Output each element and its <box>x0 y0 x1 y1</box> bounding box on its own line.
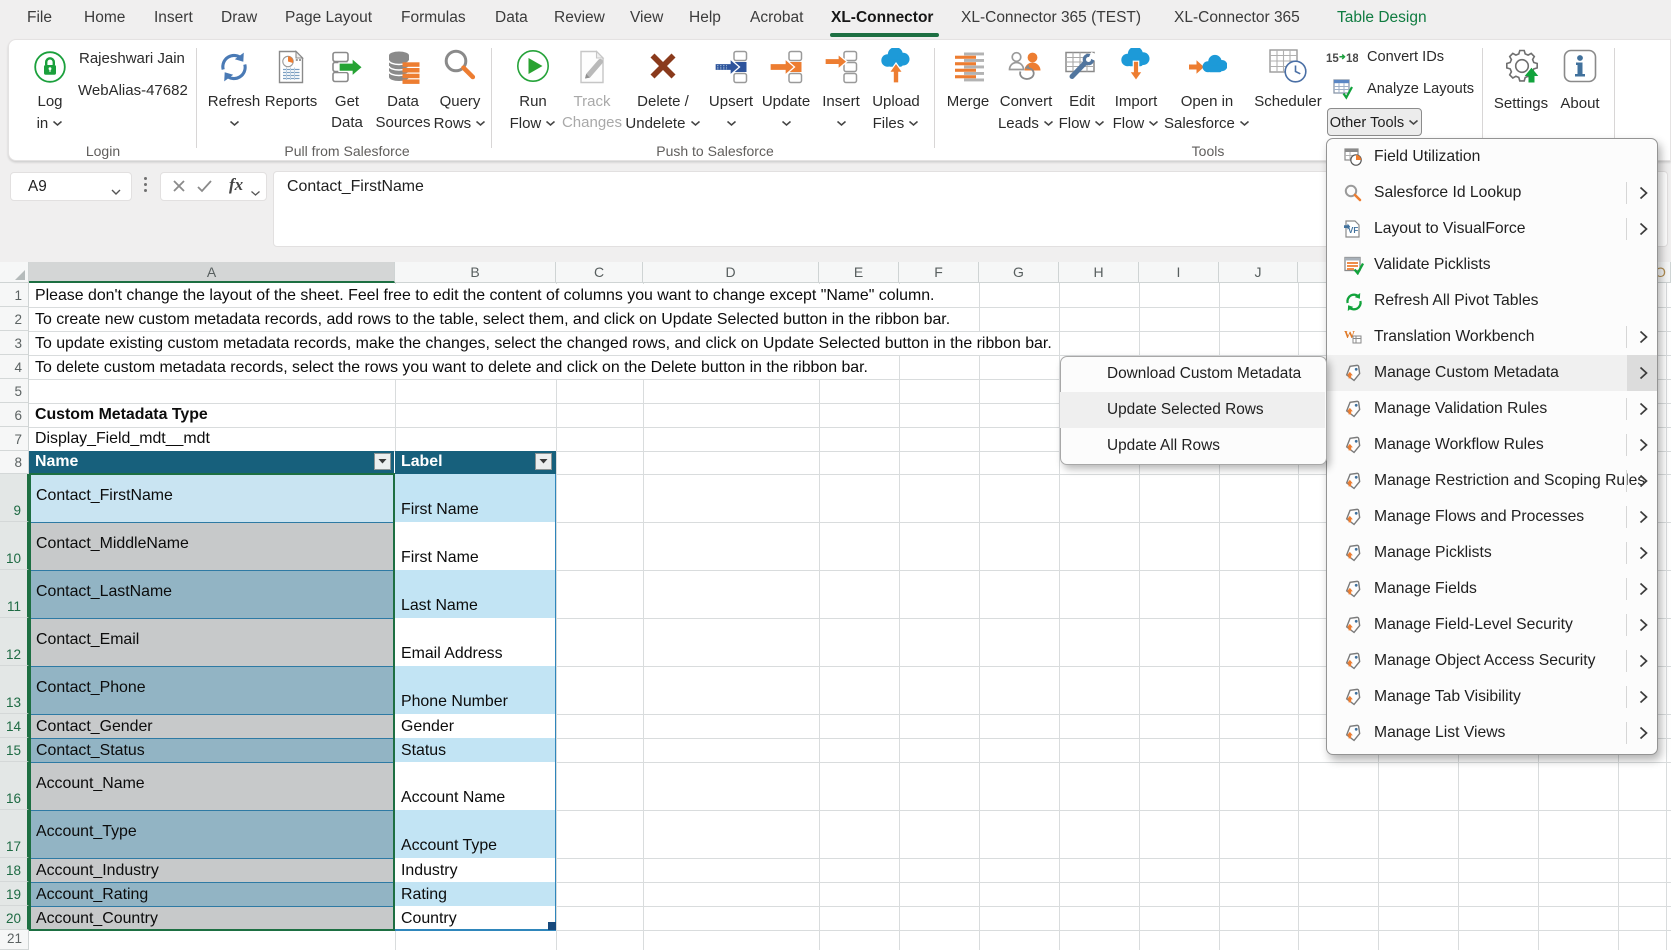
svg-text:18: 18 <box>1346 53 1358 65</box>
svg-text:15: 15 <box>1326 53 1339 65</box>
